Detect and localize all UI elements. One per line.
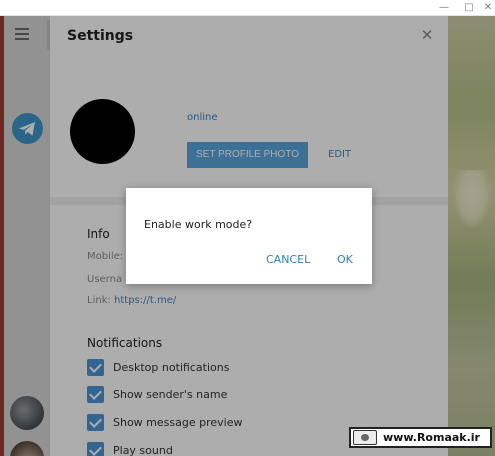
- minimize-icon[interactable]: —: [437, 1, 451, 15]
- window-close-icon[interactable]: ✕: [481, 1, 495, 15]
- ok-button[interactable]: OK: [337, 253, 353, 266]
- watermark-text: www.Romaak.ir: [383, 431, 480, 444]
- work-mode-dialog: Enable work mode? CANCEL OK: [126, 188, 372, 284]
- window-titlebar: — □ ✕: [0, 0, 495, 16]
- cancel-button[interactable]: CANCEL: [266, 253, 310, 266]
- dialog-message: Enable work mode?: [144, 218, 253, 231]
- monitor-logo-icon: [353, 430, 377, 445]
- maximize-icon[interactable]: □: [462, 1, 476, 15]
- site-watermark: www.Romaak.ir: [349, 427, 492, 448]
